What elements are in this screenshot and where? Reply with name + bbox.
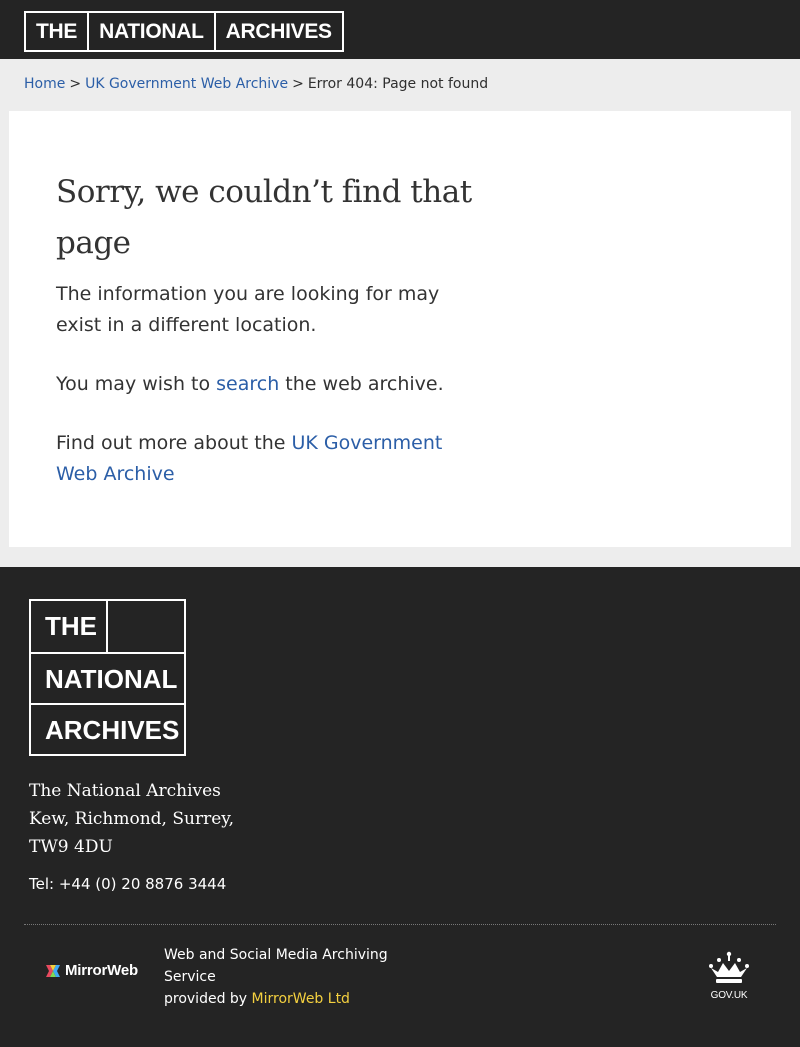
search-prefix: You may wish to xyxy=(56,373,217,395)
search-suffix: the web archive. xyxy=(279,373,444,395)
service-prefix: provided by xyxy=(164,991,252,1007)
footer-divider xyxy=(24,924,776,925)
search-paragraph: You may wish to search the web archive. xyxy=(56,369,489,400)
crown-icon xyxy=(709,951,749,983)
logo-word-archives: ARCHIVES xyxy=(45,715,180,745)
breadcrumb-current: Error 404: Page not found xyxy=(307,76,489,92)
breadcrumb-home-link[interactable]: Home xyxy=(24,76,65,92)
footer-telephone: Tel: +44 (0) 20 8876 3444 xyxy=(29,875,227,893)
logo-row-the: THE xyxy=(31,601,184,652)
header-bar: THE NATIONAL ARCHIVES xyxy=(0,0,800,59)
logo-word-the: THE xyxy=(36,20,78,43)
breadcrumb: Home > UK Government Web Archive > Error 404… xyxy=(0,59,800,111)
more-prefix: Find out more about the xyxy=(56,432,292,454)
page-title: Sorry, we couldn’t find that page xyxy=(56,174,472,261)
breadcrumb-separator: > xyxy=(69,76,82,92)
logo-row-national: NATIONAL xyxy=(31,652,184,703)
footer-national-archives-logo[interactable]: THE NATIONAL ARCHIVES xyxy=(29,599,186,756)
address-line: TW9 4DU xyxy=(29,837,113,857)
address-line: The National Archives xyxy=(29,781,221,801)
footer: THE NATIONAL ARCHIVES The National Archi… xyxy=(0,567,800,1047)
mirrorweb-logo-text: MirrorWeb xyxy=(65,962,138,979)
logo-word-national: NATIONAL xyxy=(87,13,214,50)
logo-word-the: THE xyxy=(45,611,97,641)
service-line: Web and Social Media Archiving Service xyxy=(164,947,388,985)
search-link[interactable]: search xyxy=(216,373,279,395)
address-line: Kew, Richmond, Surrey, xyxy=(29,809,235,829)
error-card: Sorry, we couldn’t find that page The in… xyxy=(9,111,791,547)
breadcrumb-ukgwa-link[interactable]: UK Government Web Archive xyxy=(85,76,288,92)
logo-word-national: NATIONAL xyxy=(45,664,178,694)
footer-address: The National Archives Kew, Richmond, Sur… xyxy=(29,777,234,861)
mirrorweb-mark-icon xyxy=(46,964,60,977)
service-credit: Web and Social Media Archiving Service p… xyxy=(164,944,404,1010)
govuk-logo[interactable]: GOV.UK xyxy=(706,951,752,1001)
logo-row-archives: ARCHIVES xyxy=(31,703,184,754)
more-paragraph: Find out more about the UK Government We… xyxy=(56,428,489,490)
mirrorweb-logo[interactable]: MirrorWeb xyxy=(45,962,138,979)
national-archives-logo[interactable]: THE NATIONAL ARCHIVES xyxy=(24,11,344,52)
intro-text: The information you are looking for may … xyxy=(56,283,440,336)
logo-word-archives: ARCHIVES xyxy=(213,13,342,50)
service-provider-line: provided by MirrorWeb Ltd xyxy=(164,988,404,1010)
mirrorweb-link[interactable]: MirrorWeb Ltd xyxy=(252,991,350,1007)
govuk-label: GOV.UK xyxy=(710,990,748,1001)
breadcrumb-separator: > xyxy=(292,76,304,92)
